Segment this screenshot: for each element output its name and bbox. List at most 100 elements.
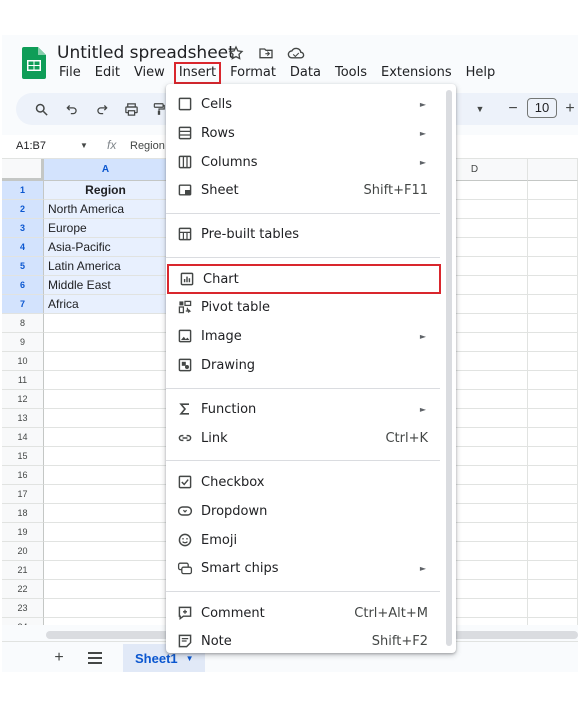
row-header[interactable]: 7 bbox=[2, 295, 44, 314]
row-header[interactable]: 18 bbox=[2, 504, 44, 523]
name-box-dropdown-icon[interactable]: ▼ bbox=[80, 141, 88, 150]
cell-a[interactable]: Africa bbox=[44, 295, 168, 314]
row-header[interactable]: 20 bbox=[2, 542, 44, 561]
cell-e[interactable] bbox=[528, 314, 578, 333]
menu-scrollbar[interactable] bbox=[446, 90, 452, 646]
menu-insert[interactable]: Insert bbox=[173, 62, 222, 84]
menu-item-emoji[interactable]: Emoji bbox=[166, 526, 440, 554]
menu-item-pivot-table[interactable]: Pivot table bbox=[166, 293, 440, 321]
cell-e[interactable] bbox=[528, 371, 578, 390]
menu-item-cells[interactable]: Cells ► bbox=[166, 90, 440, 118]
row-header[interactable]: 22 bbox=[2, 580, 44, 599]
cell-e[interactable] bbox=[528, 238, 578, 257]
cell-e[interactable] bbox=[528, 542, 578, 561]
cell-a[interactable] bbox=[44, 409, 168, 428]
cell-a[interactable] bbox=[44, 542, 168, 561]
menu-data[interactable]: Data bbox=[288, 65, 323, 81]
row-header[interactable]: 23 bbox=[2, 599, 44, 618]
cell-a[interactable]: Region bbox=[44, 181, 168, 200]
menu-item-image[interactable]: Image ► bbox=[166, 322, 440, 350]
row-header[interactable]: 2 bbox=[2, 200, 44, 219]
row-header[interactable]: 13 bbox=[2, 409, 44, 428]
menu-view[interactable]: View bbox=[132, 65, 167, 81]
search-icon[interactable] bbox=[32, 100, 50, 118]
cell-a[interactable] bbox=[44, 580, 168, 599]
add-sheet-icon[interactable]: + bbox=[50, 649, 68, 667]
menu-item-columns[interactable]: Columns ► bbox=[166, 148, 440, 176]
document-title[interactable]: Untitled spreadsheet bbox=[57, 43, 235, 63]
cell-a[interactable] bbox=[44, 447, 168, 466]
cell-e[interactable] bbox=[528, 276, 578, 295]
cell-a[interactable] bbox=[44, 352, 168, 371]
sheets-logo-icon[interactable] bbox=[22, 47, 46, 79]
menu-edit[interactable]: Edit bbox=[93, 65, 122, 81]
cell-e[interactable] bbox=[528, 447, 578, 466]
menu-tools[interactable]: Tools bbox=[333, 65, 369, 81]
cell-a[interactable] bbox=[44, 523, 168, 542]
move-folder-icon[interactable] bbox=[257, 44, 275, 62]
menu-extensions[interactable]: Extensions bbox=[379, 65, 454, 81]
menu-item-function[interactable]: Function ► bbox=[166, 395, 440, 423]
row-header[interactable]: 3 bbox=[2, 219, 44, 238]
menu-item-chart[interactable]: Chart bbox=[167, 264, 441, 294]
font-dropdown-arrow-icon[interactable]: ▼ bbox=[471, 100, 489, 118]
cell-a[interactable]: Latin America bbox=[44, 257, 168, 276]
cell-e[interactable] bbox=[528, 333, 578, 352]
cell-a[interactable]: Asia-Pacific bbox=[44, 238, 168, 257]
row-header[interactable]: 19 bbox=[2, 523, 44, 542]
row-header[interactable]: 8 bbox=[2, 314, 44, 333]
cell-e[interactable] bbox=[528, 181, 578, 200]
decrease-font-size-button[interactable]: − bbox=[504, 100, 522, 118]
increase-font-size-button[interactable]: + bbox=[561, 100, 578, 118]
menu-help[interactable]: Help bbox=[464, 65, 498, 81]
font-size-field[interactable]: 10 bbox=[527, 98, 557, 118]
cell-a[interactable] bbox=[44, 466, 168, 485]
cell-e[interactable] bbox=[528, 352, 578, 371]
menu-file[interactable]: File bbox=[57, 65, 83, 81]
cell-e[interactable] bbox=[528, 295, 578, 314]
row-header[interactable]: 12 bbox=[2, 390, 44, 409]
cell-e[interactable] bbox=[528, 409, 578, 428]
row-header[interactable]: 1 bbox=[2, 181, 44, 200]
cell-e[interactable] bbox=[528, 466, 578, 485]
select-all-corner[interactable] bbox=[2, 159, 44, 181]
cell-e[interactable] bbox=[528, 599, 578, 618]
cell-a[interactable] bbox=[44, 618, 168, 625]
row-header[interactable]: 16 bbox=[2, 466, 44, 485]
cell-e[interactable] bbox=[528, 561, 578, 580]
print-icon[interactable] bbox=[122, 100, 140, 118]
row-header[interactable]: 15 bbox=[2, 447, 44, 466]
menu-item-dropdown[interactable]: Dropdown bbox=[166, 497, 440, 525]
cell-a[interactable] bbox=[44, 333, 168, 352]
menu-item-drawing[interactable]: Drawing bbox=[166, 351, 440, 379]
menu-item-checkbox[interactable]: Checkbox bbox=[166, 468, 440, 496]
row-header[interactable]: 9 bbox=[2, 333, 44, 352]
menu-item-comment[interactable]: Comment Ctrl+Alt+M bbox=[166, 599, 440, 627]
cell-e[interactable] bbox=[528, 618, 578, 625]
row-header[interactable]: 11 bbox=[2, 371, 44, 390]
cell-a[interactable]: Middle East bbox=[44, 276, 168, 295]
cell-a[interactable] bbox=[44, 314, 168, 333]
undo-icon[interactable] bbox=[63, 100, 81, 118]
cell-e[interactable] bbox=[528, 200, 578, 219]
cell-e[interactable] bbox=[528, 580, 578, 599]
cell-a[interactable] bbox=[44, 504, 168, 523]
cell-a[interactable]: Europe bbox=[44, 219, 168, 238]
cell-e[interactable] bbox=[528, 390, 578, 409]
row-header[interactable]: 6 bbox=[2, 276, 44, 295]
cell-e[interactable] bbox=[528, 428, 578, 447]
menu-format[interactable]: Format bbox=[228, 65, 278, 81]
cell-e[interactable] bbox=[528, 219, 578, 238]
name-box[interactable]: A1:B7 bbox=[16, 140, 46, 152]
cell-a[interactable] bbox=[44, 371, 168, 390]
formula-input[interactable]: Region bbox=[130, 140, 165, 152]
row-header[interactable]: 14 bbox=[2, 428, 44, 447]
menu-item-smart-chips[interactable]: Smart chips ► bbox=[166, 554, 440, 582]
column-header-a[interactable]: A bbox=[44, 159, 168, 181]
cell-a[interactable] bbox=[44, 561, 168, 580]
row-header[interactable]: 4 bbox=[2, 238, 44, 257]
row-header[interactable]: 24 bbox=[2, 618, 44, 625]
cell-e[interactable] bbox=[528, 485, 578, 504]
menu-item-sheet[interactable]: Sheet Shift+F11 bbox=[166, 176, 440, 204]
cell-e[interactable] bbox=[528, 504, 578, 523]
